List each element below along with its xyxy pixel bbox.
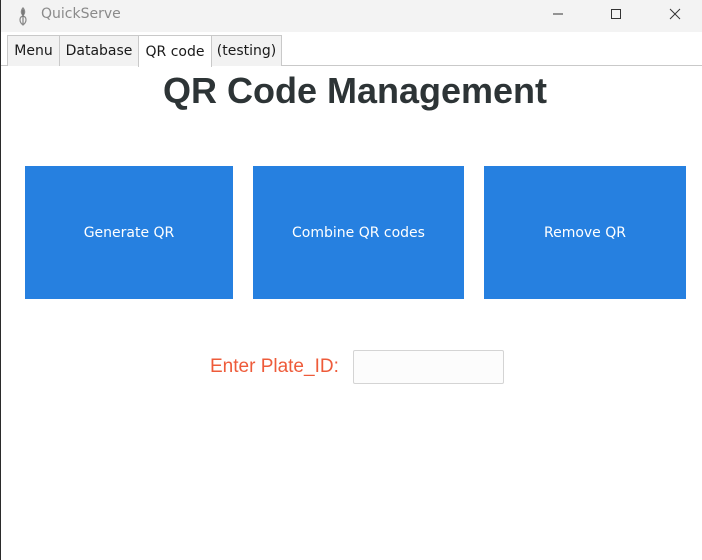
remove-qr-button[interactable]: Remove QR bbox=[484, 166, 686, 299]
minimize-button[interactable] bbox=[535, 0, 581, 32]
tab-qr-code[interactable]: QR code bbox=[138, 35, 212, 67]
tab-database[interactable]: Database bbox=[59, 35, 139, 66]
window-title: QuickServe bbox=[41, 6, 121, 22]
plate-id-input[interactable] bbox=[353, 350, 504, 384]
maximize-icon bbox=[610, 7, 622, 25]
close-button[interactable] bbox=[652, 0, 698, 32]
title-bar[interactable]: QuickServe bbox=[1, 0, 702, 32]
plate-id-label: Enter Plate_ID: bbox=[210, 356, 339, 377]
combine-qr-codes-button[interactable]: Combine QR codes bbox=[253, 166, 464, 299]
close-icon bbox=[669, 7, 681, 25]
tab-testing[interactable]: (testing) bbox=[211, 35, 282, 66]
tab-menu[interactable]: Menu bbox=[7, 35, 60, 66]
minimize-icon bbox=[552, 7, 564, 25]
leaf-logo-icon bbox=[16, 6, 30, 26]
generate-qr-button[interactable]: Generate QR bbox=[25, 166, 233, 299]
tab-bar: Menu Database QR code (testing) bbox=[1, 33, 702, 67]
app-window: QuickServe Menu Database QR code (testin… bbox=[0, 0, 702, 560]
maximize-button[interactable] bbox=[593, 0, 639, 32]
page-title: QR Code Management bbox=[162, 70, 548, 111]
